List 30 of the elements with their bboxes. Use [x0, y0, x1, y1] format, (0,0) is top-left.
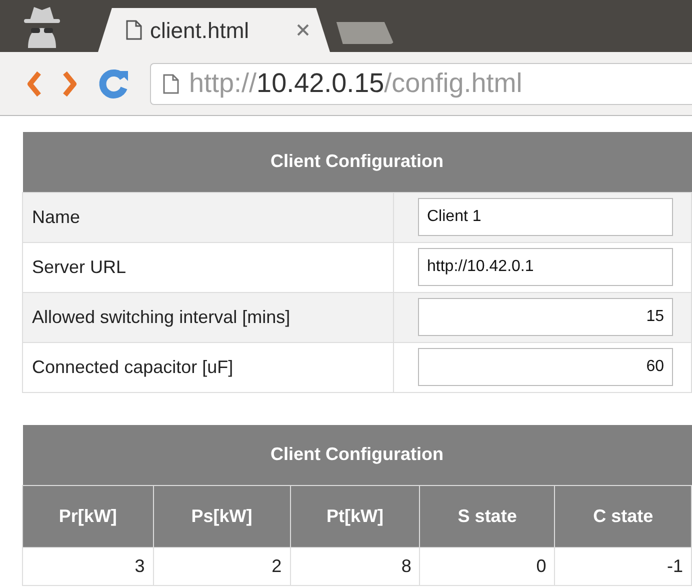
row-label: Name: [22, 192, 394, 242]
column-header: Ps[kW]: [153, 486, 290, 548]
table-cell: 2: [153, 548, 290, 586]
table-header: Client Configuration: [22, 132, 692, 192]
row-label: Connected capacitor [uF]: [22, 342, 394, 392]
browser-tab[interactable]: client.html: [98, 8, 330, 52]
page-icon: [126, 20, 142, 40]
row-label: Server URL: [22, 242, 394, 292]
close-icon[interactable]: [296, 23, 310, 37]
column-header: C state: [554, 486, 692, 548]
page-icon: [163, 74, 179, 94]
address-bar[interactable]: http://10.42.0.15/config.html: [150, 62, 692, 104]
input-field[interactable]: 60: [418, 348, 673, 386]
input-field[interactable]: http://10.42.0.1: [418, 248, 673, 286]
input-field[interactable]: Client 1: [418, 198, 673, 236]
url-text: http://10.42.0.15/config.html: [189, 67, 522, 100]
column-header: S state: [420, 486, 555, 548]
table-cell: 0: [420, 548, 555, 586]
table-cell: -1: [554, 548, 692, 586]
tab-title: client.html: [150, 16, 250, 44]
row-label: Allowed switching interval [mins]: [22, 292, 394, 342]
table-cell: 3: [22, 548, 154, 586]
forward-icon[interactable]: [62, 70, 78, 98]
column-header: Pr[kW]: [22, 486, 154, 548]
back-icon[interactable]: [26, 70, 42, 98]
input-field[interactable]: 15: [418, 298, 673, 336]
table-header: Client Configuration: [22, 424, 692, 486]
table-cell: 8: [290, 548, 420, 586]
column-header: Pt[kW]: [290, 486, 420, 548]
reload-icon[interactable]: [98, 68, 130, 100]
